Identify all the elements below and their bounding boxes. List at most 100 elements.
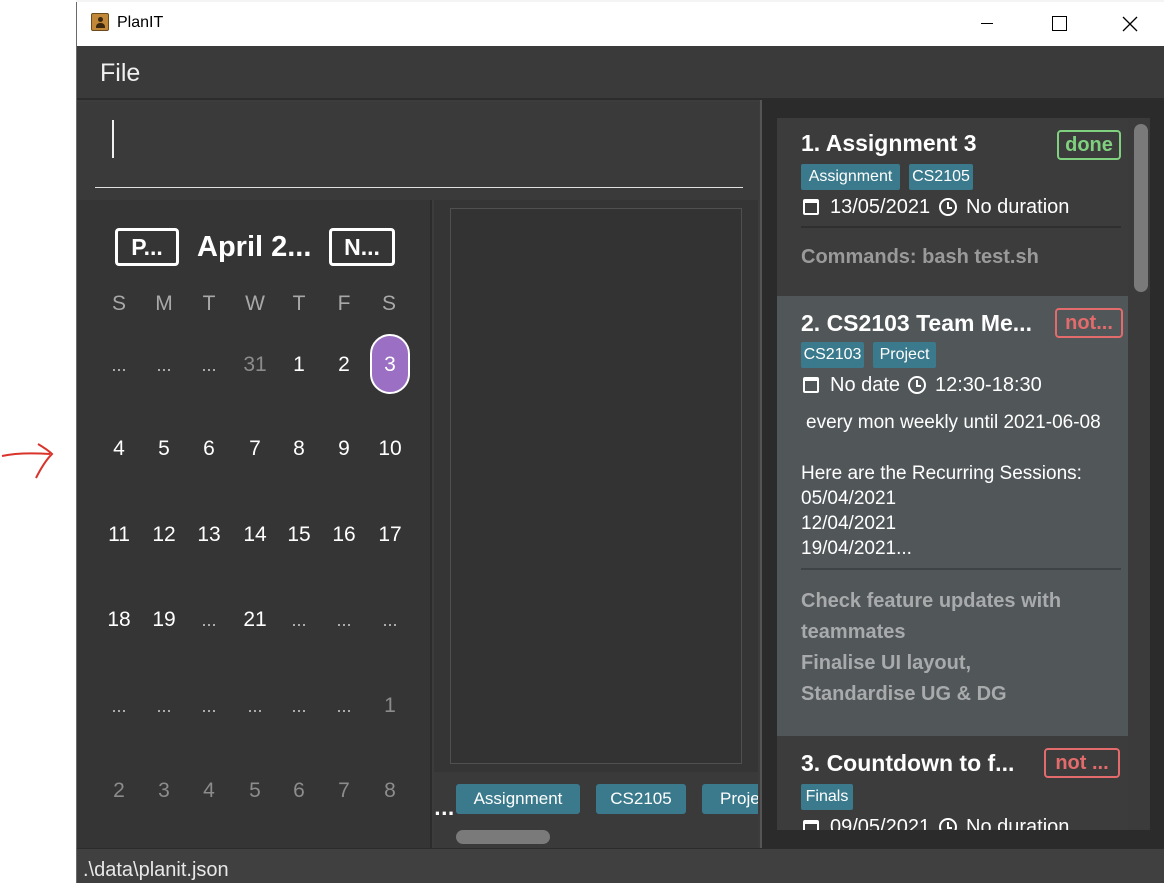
calendar-day[interactable]: 5 (144, 437, 184, 461)
calendar-day[interactable]: 19 (144, 608, 184, 632)
task-date: 13/05/2021 (830, 196, 931, 218)
task-description: Check feature updates with teammates Fin… (801, 590, 1062, 705)
calendar-day[interactable]: 12 (144, 523, 184, 547)
calendar-day[interactable]: ... (99, 696, 139, 717)
calendar-day[interactable]: 2 (324, 353, 364, 377)
calendar-month-title: April 2... (197, 231, 312, 263)
calendar-day[interactable]: ... (279, 696, 319, 717)
command-box (77, 102, 759, 200)
menu-bar: File (77, 46, 1164, 100)
task-tag: CS2105 (909, 164, 973, 190)
tag-chip[interactable]: Assignment (456, 784, 580, 814)
middle-panel: ... Assignment CS2105 Proje (434, 200, 758, 848)
prev-month-button[interactable]: P... (115, 228, 179, 266)
calendar-day[interactable]: 1 (370, 694, 410, 718)
horizontal-scrollbar[interactable] (456, 830, 550, 844)
clock-icon (939, 198, 957, 216)
task-title: 3. Countdown to f... (801, 750, 1015, 776)
minimize-button[interactable] (959, 2, 1015, 46)
calendar-day[interactable]: 1 (279, 353, 319, 377)
maximize-button[interactable] (1031, 2, 1087, 46)
calendar-day[interactable]: 11 (99, 523, 139, 547)
calendar-day[interactable]: 6 (189, 437, 229, 461)
weekday-label: T (292, 292, 306, 315)
calendar-day[interactable]: 14 (235, 523, 275, 547)
status-badge: not ... (1044, 748, 1120, 778)
detail-area (450, 208, 742, 764)
command-input[interactable] (95, 114, 743, 188)
overflow-ellipsis: ... (434, 799, 455, 820)
weekday-label: W (245, 292, 265, 315)
task-tag: CS2103 (801, 342, 864, 368)
calendar-day[interactable]: ... (279, 610, 319, 631)
calendar-day[interactable]: ... (235, 696, 275, 717)
weekday-label: F (337, 292, 351, 315)
task-tag: Assignment (801, 164, 900, 190)
red-arrow-annotation (1, 443, 54, 479)
calendar-day[interactable]: ... (370, 610, 410, 631)
calendar-day[interactable]: 21 (235, 608, 275, 632)
task-duration: No duration (966, 816, 1070, 830)
calendar-day[interactable]: ... (189, 355, 229, 376)
calendar-day[interactable]: 8 (279, 437, 319, 461)
task-card[interactable]: 3. Countdown to f... not ... Finals 09/0… (777, 736, 1129, 830)
calendar-day[interactable]: 8 (370, 779, 410, 803)
task-card-selected[interactable]: 2. CS2103 Team Me... not... CS2103 Proje… (777, 296, 1129, 736)
calendar-day[interactable]: 7 (324, 779, 364, 803)
calendar-day[interactable]: 17 (370, 523, 410, 547)
task-list-panel: 1. Assignment 3 done Assignment CS2105 1… (760, 100, 1164, 848)
status-badge: not... (1055, 308, 1123, 338)
task-tag: Project (873, 342, 936, 368)
task-title: 1. Assignment 3 (801, 130, 977, 156)
clock-icon (908, 376, 926, 394)
calendar-day[interactable]: ... (189, 696, 229, 717)
data-file-path: .\data\planit.json (83, 859, 229, 881)
calendar-day[interactable]: 4 (99, 437, 139, 461)
task-date: 09/05/2021 (830, 816, 931, 830)
tag-chip[interactable]: Proje (702, 784, 758, 814)
calendar-day[interactable]: 9 (324, 437, 364, 461)
calendar-day[interactable]: 5 (235, 779, 275, 803)
card-divider (801, 568, 1121, 570)
calendar-day[interactable]: 4 (189, 779, 229, 803)
screen: PlanIT File P... April 2... N... S M T W… (0, 0, 1164, 883)
next-month-button[interactable]: N... (329, 228, 395, 266)
calendar-day[interactable]: ... (189, 610, 229, 631)
close-button[interactable] (1102, 2, 1158, 46)
task-description: Commands: bash test.sh (801, 246, 1039, 268)
task-tag: Finals (801, 784, 853, 810)
calendar-day[interactable]: ... (324, 610, 364, 631)
calendar-day[interactable]: 10 (370, 437, 410, 461)
menu-file[interactable]: File (100, 59, 140, 88)
task-duration: No duration (966, 196, 1070, 218)
calendar-day[interactable]: 16 (324, 523, 364, 547)
weekday-label: M (155, 292, 173, 315)
weekday-label: T (202, 292, 216, 315)
vertical-scrollbar-thumb[interactable] (1134, 124, 1148, 292)
clock-icon (939, 818, 957, 830)
calendar-day[interactable]: ... (99, 355, 139, 376)
calendar-day[interactable]: ... (144, 696, 184, 717)
calendar-day[interactable]: 13 (189, 523, 229, 547)
title-bar: PlanIT (77, 2, 1164, 46)
text-caret (112, 120, 114, 158)
calendar-day[interactable]: ... (144, 355, 184, 376)
calendar-icon (803, 199, 819, 215)
weekday-label: S (111, 292, 126, 315)
calendar-day[interactable]: 15 (279, 523, 319, 547)
calendar-day[interactable]: 6 (279, 779, 319, 803)
task-date: No date (830, 374, 901, 396)
calendar-day[interactable]: 31 (235, 353, 275, 377)
task-card[interactable]: 1. Assignment 3 done Assignment CS2105 1… (777, 118, 1129, 296)
window-title: PlanIT (117, 14, 164, 31)
tag-chip[interactable]: CS2105 (596, 784, 686, 814)
calendar-day[interactable]: ... (324, 696, 364, 717)
calendar-day[interactable]: 7 (235, 437, 275, 461)
calendar-day[interactable]: 18 (99, 608, 139, 632)
calendar-day[interactable]: 2 (99, 779, 139, 803)
recurrence-text: every mon weekly until 2021-06-08 (806, 412, 1101, 433)
calendar-day[interactable]: 3 (144, 779, 184, 803)
status-bar: .\data\planit.json (77, 848, 1164, 883)
calendar-day-today[interactable]: 3 (370, 353, 410, 377)
close-icon (1122, 16, 1138, 32)
